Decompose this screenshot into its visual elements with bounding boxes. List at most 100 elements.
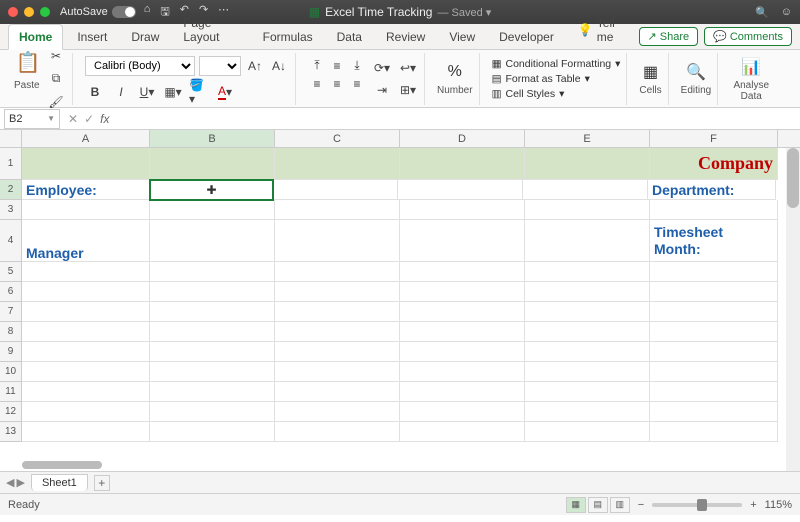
row-12[interactable]: 12 [0, 402, 22, 422]
align-right-icon[interactable]: ≡ [348, 76, 366, 92]
row-8[interactable]: 8 [0, 322, 22, 342]
cell-B5[interactable] [150, 262, 275, 282]
cell-E3[interactable] [525, 200, 650, 220]
cell-D2[interactable] [398, 180, 523, 200]
home-icon[interactable]: ⌂ [144, 3, 151, 22]
cell-E5[interactable] [525, 262, 650, 282]
row-4[interactable]: 4 [0, 220, 22, 262]
view-page-break[interactable]: ▥ [610, 497, 630, 513]
cell-B13[interactable] [150, 422, 275, 442]
cell-B7[interactable] [150, 302, 275, 322]
cell-E6[interactable] [525, 282, 650, 302]
cell-F8[interactable] [650, 322, 778, 342]
cell-D4[interactable] [400, 220, 525, 262]
cells-button[interactable]: ▦ Cells [639, 61, 661, 96]
cell-C1[interactable] [275, 148, 400, 180]
zoom-in-button[interactable]: + [750, 499, 756, 511]
cell-A2[interactable]: Employee: [22, 180, 150, 200]
vscroll-thumb[interactable] [787, 148, 799, 208]
cell-A10[interactable] [22, 362, 150, 382]
col-A[interactable]: A [22, 130, 150, 147]
decrease-font-icon[interactable]: A↓ [269, 56, 289, 76]
cell-C8[interactable] [275, 322, 400, 342]
autosave-toggle[interactable]: AutoSave [60, 6, 136, 18]
cell-B1[interactable] [150, 148, 275, 180]
font-name-select[interactable]: Calibri (Body) [85, 56, 195, 76]
editing-button[interactable]: 🔍 Editing [681, 61, 712, 96]
cell-D3[interactable] [400, 200, 525, 220]
cell-E2[interactable] [523, 180, 648, 200]
italic-button[interactable]: I [111, 82, 131, 102]
row-1[interactable]: 1 [0, 148, 22, 180]
row-13[interactable]: 13 [0, 422, 22, 442]
underline-button[interactable]: U▾ [137, 82, 157, 102]
cell-E10[interactable] [525, 362, 650, 382]
col-B[interactable]: B [150, 130, 275, 147]
cell-B6[interactable] [150, 282, 275, 302]
cell-C6[interactable] [275, 282, 400, 302]
cell-C7[interactable] [275, 302, 400, 322]
borders-button[interactable]: ▦▾ [163, 82, 183, 102]
vertical-scrollbar[interactable] [786, 148, 800, 471]
formula-input[interactable] [117, 109, 800, 129]
cell-C13[interactable] [275, 422, 400, 442]
fx-icon[interactable]: fx [100, 112, 109, 126]
cell-C12[interactable] [275, 402, 400, 422]
cell-F2[interactable]: Department: [648, 180, 776, 200]
cell-E12[interactable] [525, 402, 650, 422]
cell-B9[interactable] [150, 342, 275, 362]
cell-F12[interactable] [650, 402, 778, 422]
row-9[interactable]: 9 [0, 342, 22, 362]
cell-C4[interactable] [275, 220, 400, 262]
font-size-select[interactable]: 17 [199, 56, 241, 76]
copy-icon[interactable]: ⧉ [46, 69, 66, 89]
view-page-layout[interactable]: ▤ [588, 497, 608, 513]
cell-A9[interactable] [22, 342, 150, 362]
cell-E4[interactable] [525, 220, 650, 262]
cell-E11[interactable] [525, 382, 650, 402]
cell-A5[interactable] [22, 262, 150, 282]
col-C[interactable]: C [275, 130, 400, 147]
tab-home[interactable]: Home [8, 24, 63, 50]
cell-A8[interactable] [22, 322, 150, 342]
merge-icon[interactable]: ⊞▾ [398, 80, 418, 100]
cell-E1[interactable] [525, 148, 650, 180]
cell-A13[interactable] [22, 422, 150, 442]
save-status[interactable]: — Saved ▾ [437, 6, 491, 19]
row-6[interactable]: 6 [0, 282, 22, 302]
name-box[interactable]: B2▼ [4, 109, 60, 129]
increase-font-icon[interactable]: A↑ [245, 56, 265, 76]
cell-F13[interactable] [650, 422, 778, 442]
cell-D7[interactable] [400, 302, 525, 322]
account-icon[interactable]: ☺ [781, 6, 792, 19]
tab-review[interactable]: Review [376, 25, 435, 49]
tab-formulas[interactable]: Formulas [253, 25, 323, 49]
cell-D5[interactable] [400, 262, 525, 282]
row-2[interactable]: 2 [0, 180, 22, 200]
cell-F1[interactable]: Company [650, 148, 778, 180]
cell-F7[interactable] [650, 302, 778, 322]
share-button[interactable]: ↗ Share [639, 27, 699, 46]
zoom-thumb[interactable] [697, 499, 707, 511]
bold-button[interactable]: B [85, 82, 105, 102]
sheet-prev-icon[interactable]: ◀ [6, 476, 14, 489]
cell-B10[interactable] [150, 362, 275, 382]
search-icon[interactable]: 🔍 [755, 6, 769, 19]
sheet-tab-1[interactable]: Sheet1 [31, 474, 88, 491]
cell-B11[interactable] [150, 382, 275, 402]
conditional-formatting-button[interactable]: ▦Conditional Formatting▾ [492, 58, 621, 70]
cell-C5[interactable] [275, 262, 400, 282]
cell-C10[interactable] [275, 362, 400, 382]
horizontal-scrollbar[interactable] [22, 459, 780, 471]
cell-D12[interactable] [400, 402, 525, 422]
cell-F11[interactable] [650, 382, 778, 402]
cell-A6[interactable] [22, 282, 150, 302]
close-window[interactable] [8, 7, 18, 17]
cell-A3[interactable] [22, 200, 150, 220]
more-icon[interactable]: ⋯ [218, 3, 229, 22]
zoom-out-button[interactable]: − [638, 499, 644, 511]
cell-F10[interactable] [650, 362, 778, 382]
cell-A4[interactable]: Manager [22, 220, 150, 262]
cell-A12[interactable] [22, 402, 150, 422]
align-bottom-icon[interactable]: ⤓ [348, 58, 366, 74]
